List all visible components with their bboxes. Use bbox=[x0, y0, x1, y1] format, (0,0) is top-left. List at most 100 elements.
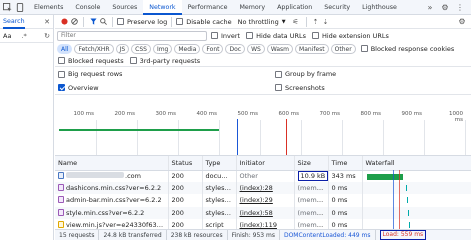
screenshots-checkbox[interactable] bbox=[275, 84, 282, 91]
type-chip-fetch-xhr[interactable]: Fetch/XHR bbox=[74, 43, 114, 54]
request-initiator[interactable]: (index):58 bbox=[240, 209, 273, 217]
column-header-status[interactable]: Status bbox=[168, 156, 203, 171]
tab-performance[interactable]: Performance bbox=[182, 0, 234, 15]
type-chip-all[interactable]: All bbox=[57, 43, 73, 54]
export-har-icon[interactable]: ⇣ bbox=[321, 18, 331, 26]
request-initiator[interactable]: (index):119 bbox=[240, 221, 277, 229]
third-party-requests-checkbox[interactable] bbox=[129, 57, 137, 64]
table-row[interactable]: view.min.js?ver=e24330f635f5cb... 200 scri… bbox=[55, 218, 471, 229]
cell-name: .com bbox=[55, 170, 169, 183]
tab-sources[interactable]: Sources bbox=[106, 0, 143, 15]
more-options-icon[interactable]: ⋮ bbox=[455, 0, 465, 15]
timeline-gridline bbox=[465, 120, 466, 155]
tab-lighthouse[interactable]: Lighthouse bbox=[356, 0, 403, 15]
request-initiator[interactable]: (index):29 bbox=[240, 196, 273, 204]
request-initiator[interactable]: Other bbox=[240, 172, 258, 180]
type-chip-manifest[interactable]: Manifest bbox=[295, 43, 329, 54]
tab-network[interactable]: Network bbox=[143, 0, 182, 15]
clear-icon[interactable] bbox=[69, 18, 79, 25]
timeline-tick-label: 300 ms bbox=[155, 111, 176, 117]
regex-button[interactable]: .* bbox=[21, 32, 26, 40]
devtools-tab-bar: Elements Console Sources Network Performance… bbox=[0, 0, 471, 15]
blocked-requests-checkbox[interactable] bbox=[58, 57, 65, 64]
type-chip-img[interactable]: Img bbox=[152, 43, 173, 54]
cell-status: 200 bbox=[168, 194, 203, 207]
type-chip-css[interactable]: CSS bbox=[131, 43, 151, 54]
blocked-response-cookies-checkbox[interactable] bbox=[360, 45, 368, 52]
match-case-button[interactable]: Aa bbox=[3, 32, 11, 40]
waterfall-bar bbox=[366, 173, 403, 180]
hide-extension-urls-checkbox[interactable] bbox=[311, 32, 319, 39]
device-toolbar-icon[interactable] bbox=[14, 0, 26, 15]
add-panel-icon[interactable]: » bbox=[425, 0, 435, 15]
record-stop-icon[interactable] bbox=[59, 18, 69, 25]
request-name[interactable]: .com bbox=[125, 172, 141, 180]
table-row[interactable]: style.min.css?ver=6.2.2 200 stylesheet (ind… bbox=[55, 206, 471, 219]
big-request-rows-checkbox[interactable] bbox=[58, 70, 65, 78]
type-chip-media[interactable]: Media bbox=[174, 43, 201, 54]
overview-checkbox[interactable] bbox=[58, 84, 65, 91]
cell-time: 343 ms bbox=[328, 170, 363, 183]
refresh-icon[interactable]: ↻ bbox=[44, 32, 50, 40]
request-name[interactable]: style.min.css?ver=6.2.2 bbox=[66, 209, 144, 217]
type-chip-js[interactable]: JS bbox=[115, 43, 130, 54]
request-initiator[interactable]: (index):28 bbox=[240, 184, 273, 192]
timeline-gridline bbox=[178, 120, 179, 155]
tab-elements[interactable]: Elements bbox=[28, 0, 69, 15]
request-name[interactable]: admin-bar.min.css?ver=6.2.2 bbox=[66, 196, 162, 204]
type-chip-ws[interactable]: WS bbox=[247, 43, 265, 54]
throttling-select[interactable]: No throttling ▼ bbox=[238, 18, 286, 26]
invert-label: Invert bbox=[221, 31, 241, 40]
timeline-tick-label: 200 ms bbox=[114, 111, 135, 117]
timeline-tick-label: 100 ms bbox=[73, 111, 94, 117]
network-settings-icon[interactable]: ⚙ bbox=[457, 17, 467, 26]
table-row[interactable]: admin-bar.min.css?ver=6.2.2 200 stylesheet… bbox=[55, 194, 471, 207]
search-panel: Search ✕ Aa .* ↻ bbox=[0, 15, 54, 240]
filter-input[interactable] bbox=[61, 31, 201, 40]
type-chip-other[interactable]: Other bbox=[330, 43, 356, 54]
request-size: (memor... bbox=[297, 196, 328, 205]
cell-initiator: (index):29 bbox=[236, 194, 295, 207]
request-name[interactable]: dashicons.min.css?ver=6.2.2 bbox=[66, 184, 161, 192]
tab-application[interactable]: Application bbox=[271, 0, 318, 15]
type-chip-font[interactable]: Font bbox=[202, 43, 224, 54]
filter-icon[interactable] bbox=[88, 18, 98, 25]
column-header-time[interactable]: Time bbox=[328, 156, 363, 171]
request-name[interactable]: view.min.js?ver=e24330f635f5cb... bbox=[66, 221, 167, 229]
cell-time: 0 ms bbox=[328, 206, 363, 219]
column-header-initiator[interactable]: Initiator bbox=[236, 156, 295, 171]
inspect-element-icon[interactable] bbox=[0, 0, 14, 15]
column-header-name[interactable]: Name bbox=[55, 156, 169, 171]
request-size: (memor... bbox=[297, 208, 328, 217]
table-row[interactable]: .com 200 document Other 10.9 kB 343 ms bbox=[55, 170, 471, 183]
preserve-log-checkbox[interactable] bbox=[117, 18, 124, 25]
waterfall-load-line bbox=[399, 170, 400, 229]
table-row[interactable]: dashicons.min.css?ver=6.2.2 200 stylesheet… bbox=[55, 182, 471, 195]
hide-data-urls-checkbox[interactable] bbox=[246, 32, 254, 39]
search-panel-title[interactable]: Search bbox=[3, 15, 25, 29]
overview-dcl-marker bbox=[237, 119, 238, 155]
settings-gear-icon[interactable]: ⚙ bbox=[440, 0, 450, 15]
overview-timeline[interactable]: 100 ms 200 ms 300 ms 400 ms 500 ms 600 ms 700 … bbox=[55, 110, 471, 156]
search-icon[interactable] bbox=[98, 18, 108, 25]
network-conditions-icon[interactable]: ⚟ bbox=[290, 18, 302, 26]
disable-cache-checkbox[interactable] bbox=[176, 18, 184, 25]
timeline-gridline bbox=[137, 120, 138, 155]
tab-security[interactable]: Security bbox=[318, 0, 356, 15]
timeline-gridline bbox=[219, 120, 220, 155]
tab-memory[interactable]: Memory bbox=[233, 0, 271, 15]
column-header-size[interactable]: Size bbox=[294, 156, 329, 171]
filter-row: Invert Hide data URLs Hide extension URL… bbox=[55, 29, 471, 42]
css-file-icon bbox=[58, 208, 64, 216]
invert-checkbox[interactable] bbox=[211, 32, 218, 39]
group-by-frame-checkbox[interactable] bbox=[275, 70, 282, 78]
type-chip-wasm[interactable]: Wasm bbox=[266, 43, 294, 54]
column-header-type[interactable]: Type bbox=[202, 156, 237, 171]
blocked-requests-row: Blocked requests 3rd-party requests bbox=[55, 55, 471, 67]
request-size: (memor... bbox=[297, 220, 328, 229]
column-header-waterfall[interactable]: Waterfall bbox=[362, 156, 471, 171]
import-har-icon[interactable]: ⇡ bbox=[311, 18, 321, 26]
close-search-icon[interactable]: ✕ bbox=[44, 18, 50, 26]
type-chip-doc[interactable]: Doc bbox=[225, 43, 246, 54]
tab-console[interactable]: Console bbox=[69, 0, 106, 15]
